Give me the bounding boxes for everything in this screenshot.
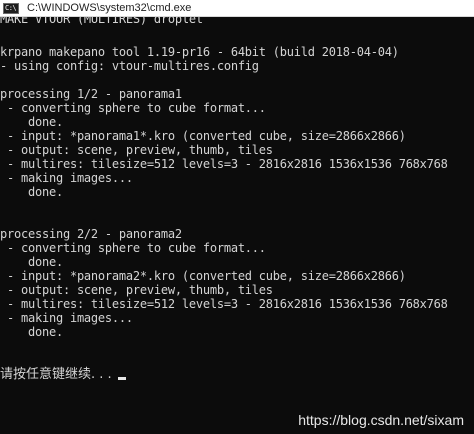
cmd-console-icon: C:\ — [3, 2, 19, 14]
console-line: - output: scene, preview, thumb, tiles — [0, 283, 273, 297]
console-output[interactable]: MAKE VTOUR (MULTIRES) droplet krpano mak… — [0, 17, 474, 434]
text-cursor — [117, 377, 126, 380]
console-line: done. — [0, 255, 63, 269]
console-line: - input: *panorama1*.kro (converted cube… — [0, 129, 406, 143]
console-line: krpano makepano tool 1.19-pr16 - 64bit (… — [0, 45, 399, 59]
console-line: MAKE VTOUR (MULTIRES) droplet — [0, 17, 203, 26]
console-line: - input: *panorama2*.kro (converted cube… — [0, 269, 406, 283]
continue-prompt: 请按任意键继续. . . — [0, 367, 126, 383]
continue-prompt-text: 请按任意键继续. . . — [0, 367, 116, 382]
watermark-text: https://blog.csdn.net/sixam — [298, 412, 464, 428]
console-line: - making images... — [0, 171, 133, 185]
console-line: processing 1/2 - panorama1 — [0, 87, 182, 101]
scrollbar[interactable] — [468, 17, 474, 434]
console-line: - multires: tilesize=512 levels=3 - 2816… — [0, 297, 448, 311]
console-line: - multires: tilesize=512 levels=3 - 2816… — [0, 157, 448, 171]
console-line: - output: scene, preview, thumb, tiles — [0, 143, 273, 157]
console-line: done. — [0, 325, 63, 339]
cmd-window: C:\ C:\WINDOWS\system32\cmd.exe MAKE VTO… — [0, 0, 474, 434]
console-line: - converting sphere to cube format... — [0, 241, 266, 255]
console-line: processing 2/2 - panorama2 — [0, 227, 182, 241]
console-line: - using config: vtour-multires.config — [0, 59, 259, 73]
console-line: - converting sphere to cube format... — [0, 101, 266, 115]
window-title: C:\WINDOWS\system32\cmd.exe — [27, 2, 192, 14]
console-line: done. — [0, 115, 63, 129]
console-line: done. — [0, 185, 63, 199]
title-bar[interactable]: C:\ C:\WINDOWS\system32\cmd.exe — [0, 0, 474, 17]
console-line: - making images... — [0, 311, 133, 325]
